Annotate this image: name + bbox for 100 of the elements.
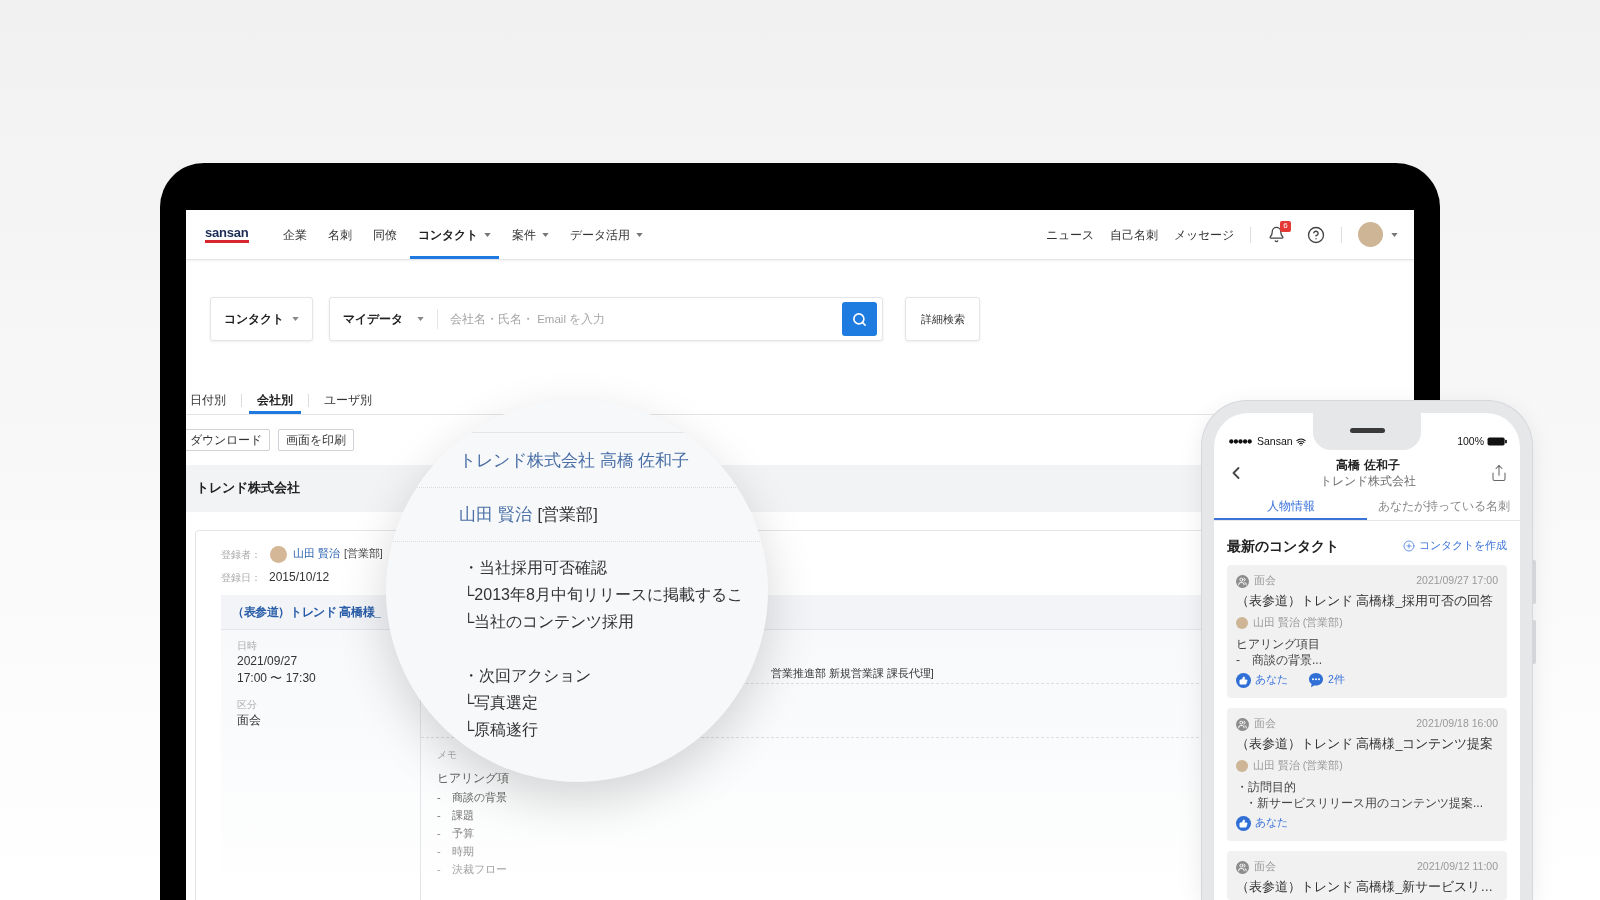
memo-item: - 商談の背景 bbox=[437, 790, 507, 805]
detail-value: 2021/09/27 bbox=[237, 653, 298, 670]
battery-percent: 100% bbox=[1457, 436, 1484, 447]
plus-circle-icon bbox=[1403, 540, 1415, 552]
view-tab[interactable]: 会社別 bbox=[249, 386, 301, 414]
nav-tab[interactable]: 案件 bbox=[503, 210, 557, 259]
memo-label: メモ bbox=[437, 748, 457, 762]
contact-datetime: 2021/09/18 16:00 bbox=[1416, 716, 1498, 732]
contact-note-line: ・訪問目的 bbox=[1236, 779, 1296, 795]
view-tab[interactable]: ユーザ別 bbox=[316, 386, 380, 414]
search-bar[interactable]: マイデータ 会社名・氏名・ Email を入力 bbox=[329, 297, 883, 341]
registrant-department: [営業部] bbox=[343, 546, 383, 562]
contact-title[interactable]: （表参道）トレンド 高橋様_ bbox=[232, 603, 381, 621]
contact-note-line: - 商談の背景... bbox=[1236, 652, 1322, 668]
help-icon[interactable] bbox=[1307, 225, 1325, 244]
caret-icon bbox=[541, 232, 549, 237]
search-button[interactable] bbox=[842, 302, 877, 336]
detail-value: 面会 bbox=[237, 712, 261, 729]
speaker-grille bbox=[1349, 428, 1385, 433]
nav-tab[interactable]: コンタクト bbox=[409, 210, 499, 259]
contact-card[interactable]: 面会 2021/09/27 17:00 （表参道）トレンド 高橋様_採用可否の回答 山田 賢治 (営業部) ヒアリング項目 - 商談の背景... あなた 2件 bbox=[1227, 565, 1507, 698]
nav-link[interactable]: メッセージ bbox=[1174, 225, 1234, 244]
nav-tab[interactable]: 名刺 bbox=[319, 210, 360, 259]
search-field[interactable]: 会社名・氏名・ Email を入力 bbox=[438, 298, 842, 340]
like-name: あなた bbox=[1255, 672, 1288, 688]
caret-icon bbox=[635, 232, 643, 237]
signal-icon bbox=[1227, 439, 1254, 444]
contact-type: 面会 bbox=[1254, 859, 1276, 875]
scope-dropdown[interactable]: コンタクト bbox=[210, 297, 313, 341]
action-button[interactable]: ダウンロード bbox=[186, 429, 270, 451]
view-tab[interactable]: 日付別 bbox=[186, 386, 234, 414]
caret-icon bbox=[292, 317, 299, 321]
contact-company-person: トレンド株式会社 高橋 佐和子 bbox=[459, 449, 690, 471]
registrant-label: 登録者： bbox=[221, 547, 261, 562]
source-dropdown[interactable]: マイデータ bbox=[330, 298, 437, 340]
contact-author: 山田 賢治 (営業部) bbox=[1253, 615, 1343, 631]
comment-count: 2件 bbox=[1328, 672, 1345, 688]
caret-icon bbox=[483, 232, 491, 237]
contact-card-title: （表参道）トレンド 高橋様_コンテンツ提案 bbox=[1236, 736, 1494, 753]
detail-value: 17:00 〜 17:30 bbox=[237, 670, 316, 687]
registered-date: 2015/10/12 bbox=[269, 569, 330, 586]
memo-item: - 決裁フロー bbox=[437, 862, 507, 877]
thumbs-up-icon[interactable] bbox=[1236, 672, 1251, 688]
memo-item: - 予算 bbox=[437, 826, 474, 841]
memo-heading: ヒアリング項 bbox=[437, 771, 509, 786]
contact-author: 山田 賢治 (営業部) bbox=[1253, 758, 1343, 774]
contact-type: 面会 bbox=[1254, 716, 1276, 732]
contact-note-line: ヒアリング項目 bbox=[1236, 636, 1320, 652]
registered-date-label: 登録日： bbox=[221, 570, 261, 585]
people-icon bbox=[1236, 860, 1249, 874]
registrant-name[interactable]: 山田 賢治 bbox=[293, 546, 340, 562]
contact-card[interactable]: 面会 2021/09/18 16:00 （表参道）トレンド 高橋様_コンテンツ提案 山田 賢治 (営業部) ・訪問目的 ・新サービスリリース用のコンテンツ提案... あなた bbox=[1227, 708, 1507, 841]
phone-tab[interactable]: 人物情報 bbox=[1214, 492, 1367, 520]
attendee-text: 営業推進部 新規営業課 課長代理] bbox=[771, 667, 934, 679]
note-line: ・当社採用可否確認 bbox=[463, 558, 607, 578]
user-department: [営業部] bbox=[537, 504, 598, 526]
note-line: └原稿遂行 bbox=[463, 719, 539, 740]
company-name: トレンド株式会社 bbox=[196, 480, 300, 498]
battery-icon bbox=[1487, 437, 1507, 446]
thumbs-up-icon[interactable] bbox=[1236, 815, 1251, 831]
memo-item: - 課題 bbox=[437, 808, 474, 823]
phone-subtitle: トレンド株式会社 bbox=[1320, 473, 1416, 489]
logo[interactable]: sansan bbox=[205, 226, 249, 243]
note-line: ・次回アクション bbox=[463, 666, 591, 686]
phone-tab[interactable]: あなたが持っている名刺 bbox=[1367, 492, 1520, 520]
create-contact-link[interactable]: コンタクトを作成 bbox=[1403, 538, 1507, 554]
nav-tab[interactable]: 企業 bbox=[274, 210, 315, 259]
nav-tab[interactable]: 同僚 bbox=[364, 210, 405, 259]
nav-link[interactable]: 自己名刺 bbox=[1110, 225, 1158, 244]
share-icon[interactable] bbox=[1490, 463, 1508, 483]
note-line: └2013年8月中旬リリースに掲載するこ bbox=[463, 584, 743, 605]
registrant-avatar bbox=[270, 545, 287, 563]
comment-icon[interactable] bbox=[1308, 672, 1324, 688]
contact-note-line: ・新サービスリリース用のコンテンツ提案... bbox=[1245, 795, 1483, 811]
detail-label: 日時 bbox=[237, 639, 257, 653]
contact-card-title: （表参道）トレンド 高橋様_新サービスリ… bbox=[1236, 879, 1493, 896]
contact-datetime: 2021/09/12 11:00 bbox=[1417, 859, 1498, 875]
note-line: └当社のコンテンツ採用 bbox=[463, 611, 635, 632]
nav-tab[interactable]: データ活用 bbox=[561, 210, 651, 259]
caret-icon bbox=[417, 317, 424, 321]
wifi-icon bbox=[1295, 436, 1306, 447]
nav-link[interactable]: ニュース bbox=[1046, 225, 1094, 244]
contact-card[interactable]: 面会 2021/09/12 11:00 （表参道）トレンド 高橋様_新サービスリ… bbox=[1227, 851, 1507, 900]
advanced-search-button[interactable]: 詳細検索 bbox=[905, 297, 980, 341]
author-avatar bbox=[1236, 617, 1248, 629]
section-title: 最新のコンタクト bbox=[1227, 536, 1339, 556]
people-icon bbox=[1236, 717, 1249, 731]
bell-icon[interactable] bbox=[1267, 226, 1285, 243]
note-line: └写真選定 bbox=[463, 692, 539, 713]
user-name: 山田 賢治 bbox=[459, 504, 532, 526]
contact-datetime: 2021/09/27 17:00 bbox=[1416, 573, 1498, 589]
action-button[interactable]: 画面を印刷 bbox=[278, 429, 354, 451]
caret-icon bbox=[1391, 232, 1398, 237]
notification-badge: 6 bbox=[1280, 220, 1291, 232]
contact-type: 面会 bbox=[1254, 573, 1276, 589]
author-avatar bbox=[1236, 760, 1248, 772]
search-icon bbox=[852, 311, 867, 327]
phone-title: 高橋 佐和子 bbox=[1336, 457, 1400, 473]
people-icon bbox=[1236, 574, 1249, 588]
like-name: あなた bbox=[1255, 815, 1288, 831]
